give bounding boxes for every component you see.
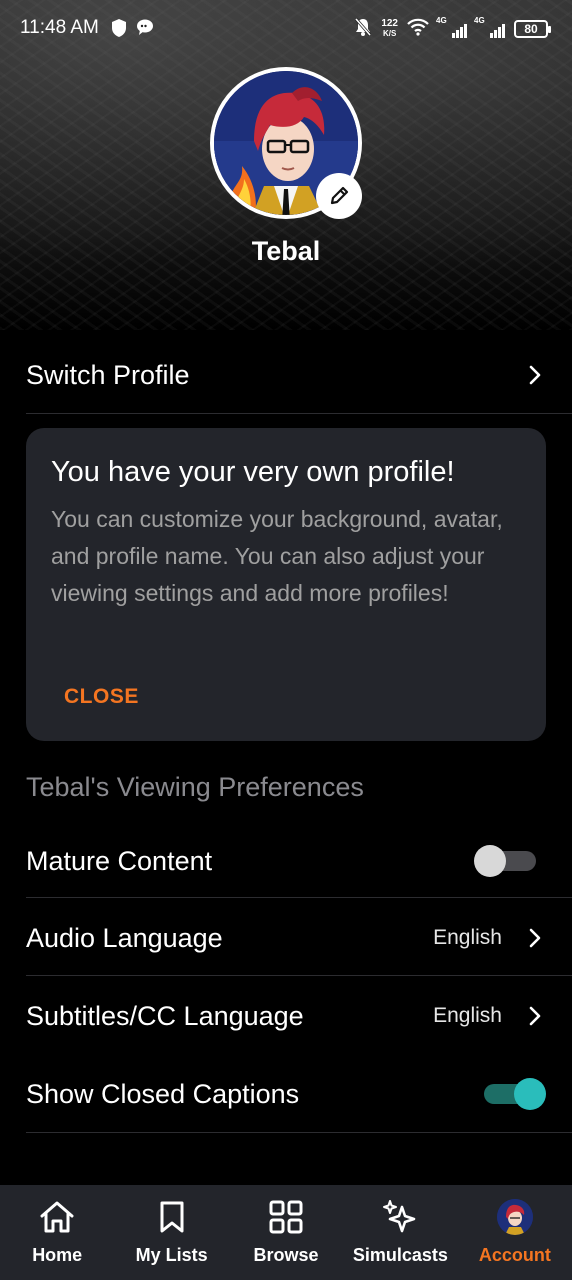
chevron-right-icon (524, 1005, 546, 1027)
chevron-right-icon (524, 927, 546, 949)
mature-content-label: Mature Content (26, 845, 213, 876)
subtitles-language-label: Subtitles/CC Language (26, 1000, 304, 1031)
shield-icon (110, 18, 128, 43)
battery-icon: 80 (514, 20, 551, 38)
close-button[interactable]: CLOSE (64, 685, 139, 709)
profile-name: Tebal (251, 236, 321, 266)
pencil-icon[interactable] (316, 173, 362, 219)
info-card-title: You have your very own profile! (51, 456, 455, 488)
closed-captions-label: Show Closed Captions (26, 1078, 300, 1109)
status-time: 11:48 AM (20, 17, 99, 38)
nav-browse[interactable]: Browse (229, 1185, 343, 1280)
audio-language-row[interactable]: Audio Language English (26, 915, 546, 961)
signal-icon: 4G (474, 16, 505, 38)
switch-profile-label: Switch Profile (26, 359, 190, 390)
divider (26, 897, 572, 898)
divider (26, 975, 572, 976)
nav-my-lists[interactable]: My Lists (114, 1185, 228, 1280)
divider (26, 1132, 572, 1133)
profile-avatar-container[interactable] (210, 67, 362, 219)
divider (26, 413, 572, 414)
switch-profile-row[interactable]: Switch Profile (26, 352, 546, 398)
wifi-icon (407, 18, 429, 41)
subtitles-language-value: English (433, 1004, 502, 1027)
status-bar: 11:48 AM 122 K/S 4G 4G 80 (0, 0, 572, 58)
bookmark-icon (159, 1199, 185, 1235)
nav-simulcasts[interactable]: Simulcasts (343, 1185, 457, 1280)
sparkle-icon (382, 1199, 418, 1235)
info-card-body: You can customize your background, avata… (51, 506, 503, 606)
subtitles-language-row[interactable]: Subtitles/CC Language English (26, 993, 546, 1039)
home-icon (39, 1199, 75, 1235)
bottom-navigation: Home My Lists Browse Simulcasts Account (0, 1185, 572, 1280)
mature-content-toggle[interactable] (474, 845, 536, 877)
nav-account[interactable]: Account (458, 1185, 572, 1280)
mature-content-row[interactable]: Mature Content (26, 838, 546, 884)
closed-captions-row[interactable]: Show Closed Captions (26, 1071, 546, 1117)
audio-language-value: English (433, 926, 502, 949)
section-heading-viewing-preferences: Tebal's Viewing Preferences (26, 772, 364, 802)
avatar-icon (496, 1199, 533, 1235)
closed-captions-toggle[interactable] (484, 1078, 546, 1110)
signal-icon: 4G (436, 16, 467, 38)
profile-info-card: You have your very own profile! You can … (26, 428, 546, 741)
net-speed: 122 K/S (381, 18, 398, 39)
audio-language-label: Audio Language (26, 922, 223, 953)
chat-icon (136, 18, 154, 41)
mute-bell-icon (354, 17, 372, 42)
grid-icon (269, 1199, 303, 1235)
nav-home[interactable]: Home (0, 1185, 114, 1280)
chevron-right-icon (524, 364, 546, 386)
